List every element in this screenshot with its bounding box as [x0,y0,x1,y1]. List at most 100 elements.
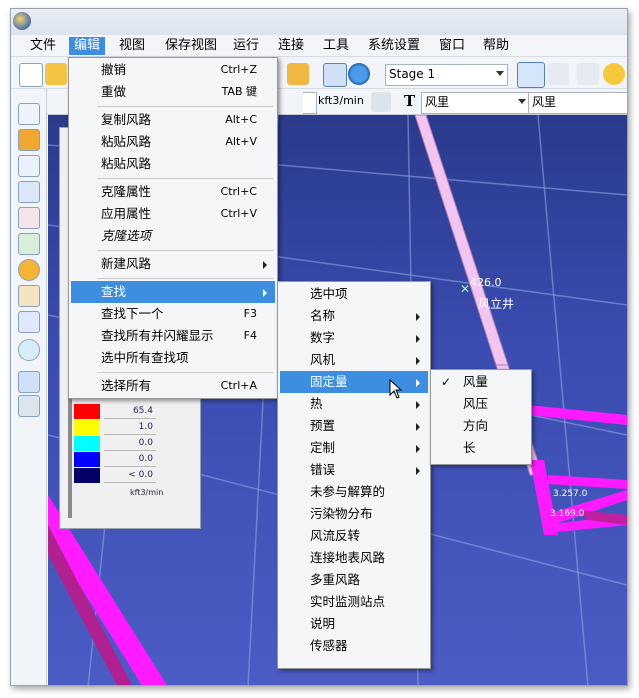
menu-item-name[interactable]: 名称 [280,305,428,327]
menu-separator [97,106,273,107]
menu-item-surface-connect[interactable]: 连接地表风路 [280,547,428,569]
menu-item-preset[interactable]: 预置 [280,415,428,437]
field-select-value: 风里 [532,95,557,109]
menu-item-redo[interactable]: 重做 TAB 键 [71,81,275,103]
box-3d-icon[interactable] [18,129,40,151]
legend-swatch-blue [74,452,100,467]
app-logo-icon[interactable] [13,12,31,30]
layers-icon[interactable] [18,339,40,361]
menu-item-length[interactable]: 长 [433,437,529,459]
arrows-icon[interactable] [18,371,40,393]
node-marker-icon[interactable]: ✕ [460,282,470,296]
menu-help[interactable]: 帮助 [478,37,514,55]
play-icon[interactable] [348,63,370,85]
menu-item-find[interactable]: 查找 [71,281,275,303]
menu-item-sensor[interactable]: 传感器 [280,635,428,657]
menu-item-selected[interactable]: 选中项 [280,283,428,305]
info-icon[interactable] [18,259,40,281]
chevron-down-icon [496,71,504,76]
legend-swatch-yellow [74,420,100,435]
menu-item-multiple-airways[interactable]: 多重风路 [280,569,428,591]
menu-window[interactable]: 窗口 [434,37,470,55]
menu-item-pressure[interactable]: 风压 [433,393,529,415]
pointer-icon[interactable] [18,207,40,229]
text-tool-icon[interactable]: T [404,92,415,110]
submenu-arrow-icon [416,313,420,321]
menu-item-find-all-flash[interactable]: 查找所有并闪耀显示 F4 [71,325,275,347]
menu-item-monitor-station[interactable]: 实时监测站点 [280,591,428,613]
value-select-tail[interactable] [303,92,317,114]
menu-item-custom[interactable]: 定制 [280,437,428,459]
menu-run[interactable]: 运行 [228,37,264,55]
menu-item-direction[interactable]: 方向 [433,415,529,437]
menu-item-copy-airway[interactable]: 复制风路 Alt+C [71,109,275,131]
menu-item-number[interactable]: 数字 [280,327,428,349]
legend-value: < 0.0 [104,468,156,483]
image-icon[interactable] [18,233,40,255]
menu-tools[interactable]: 工具 [318,37,354,55]
left-toolbar [11,89,47,685]
menu-item-heat[interactable]: 热 [280,393,428,415]
legend-value: 65.4 [104,404,156,419]
menu-saved-views[interactable]: 保存视图 [160,37,222,55]
menu-item-paste-airway-2[interactable]: 粘贴风路 [71,153,275,175]
menu-item-select-all[interactable]: 选择所有 Ctrl+A [71,375,275,397]
stage-select[interactable]: Stage 1 [385,64,508,86]
new-file-icon[interactable] [19,63,43,87]
submenu-arrow-icon [416,423,420,431]
legend-swatch-cyan [74,436,100,451]
grid-icon[interactable] [18,155,40,177]
legend-value: 1.0 [104,420,156,435]
minus-icon[interactable] [18,395,40,417]
menu-item-flow-reversal[interactable]: 风流反转 [280,525,428,547]
menu-item-contaminant[interactable]: 污染物分布 [280,503,428,525]
shaft-name-label: 风立井 [478,297,515,311]
menu-item-notes[interactable]: 说明 [280,613,428,635]
menu-item-new-airway[interactable]: 新建风路 [71,253,275,275]
open-folder-icon[interactable] [45,63,67,85]
menu-item-clone-options[interactable]: 克隆选项 [71,225,275,247]
legend-unit: kft3/min [130,488,164,497]
spellcheck-icon[interactable] [18,311,40,333]
link-icon[interactable] [371,92,391,112]
menu-file[interactable]: 文件 [25,37,61,55]
title-bar [11,9,627,35]
menu-connect[interactable]: 连接 [273,37,309,55]
brush-icon[interactable] [18,285,40,307]
menu-item-fixed-quantity[interactable]: 固定量 [280,371,428,393]
application-window: 文件 编辑 视图 保存视图 运行 连接 工具 系统设置 窗口 帮助 Stage … [10,8,628,686]
scale-icon[interactable] [18,103,40,125]
triangle-tool-icon[interactable] [323,63,347,87]
menu-item-apply-props[interactable]: 应用属性 Ctrl+V [71,203,275,225]
menu-item-find-next[interactable]: 查找下一个 F3 [71,303,275,325]
submenu-arrow-icon [416,357,420,365]
menu-settings[interactable]: 系统设置 [363,37,425,55]
menu-item-fan[interactable]: 风机 [280,349,428,371]
menu-item-error[interactable]: 错误 [280,459,428,481]
node-edit-icon[interactable] [18,181,40,203]
star-icon[interactable] [603,63,625,85]
hand-tool-icon[interactable] [287,63,309,85]
menu-item-select-found[interactable]: 选中所有查找项 [71,347,275,369]
fixed-quantity-submenu: ✓ 风量 风压 方向 长 [430,369,532,465]
menu-item-airflow[interactable]: ✓ 风量 [433,371,529,393]
menu-item-unsolved[interactable]: 未参与解算的 [280,481,428,503]
branch-value-label: 3.169.0 [550,509,585,519]
legend-value: 0.0 [104,452,156,467]
menu-separator [97,178,273,179]
menu-item-paste-airway[interactable]: 粘贴风路 Alt+V [71,131,275,153]
menu-item-undo[interactable]: 撤销 Ctrl+Z [71,59,275,81]
submenu-arrow-icon [416,379,420,387]
menu-item-clone-props[interactable]: 克隆属性 Ctrl+C [71,181,275,203]
wrench-icon[interactable] [577,63,599,85]
mouse-cursor-icon [389,379,403,399]
pen-icon[interactable] [547,63,569,85]
menu-bar: 文件 编辑 视图 保存视图 运行 连接 工具 系统设置 窗口 帮助 [11,35,627,57]
submenu-arrow-icon [416,401,420,409]
submenu-arrow-icon [416,467,420,475]
menu-view[interactable]: 视图 [114,37,150,55]
font-select[interactable]: 风里 [421,92,530,114]
menu-edit[interactable]: 编辑 [69,37,106,55]
zoom-icon[interactable] [517,62,545,88]
field-select[interactable]: 风里 [528,92,627,114]
